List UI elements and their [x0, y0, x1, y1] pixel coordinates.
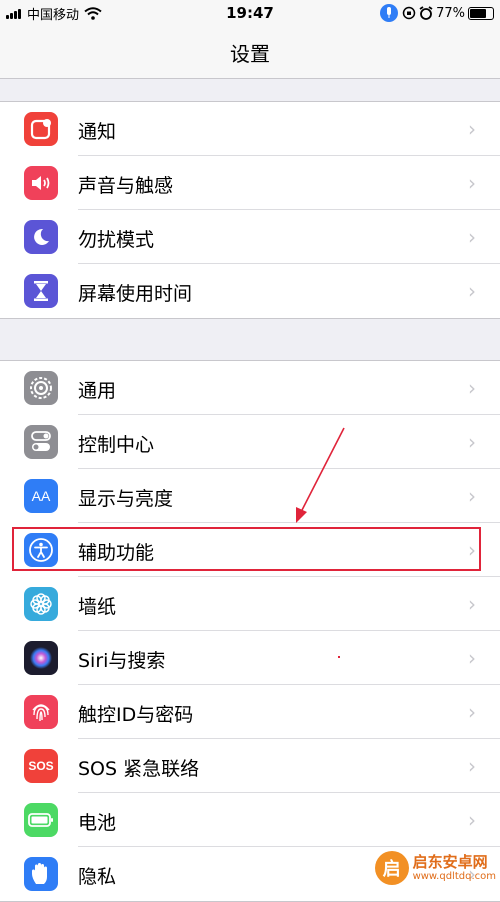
highlight-box: [12, 527, 481, 571]
settings-row-screen-time[interactable]: 屏幕使用时间 ›: [0, 264, 500, 318]
settings-row-sos[interactable]: SOS SOS 紧急联络 ›: [0, 739, 500, 793]
watermark-logo: 启: [374, 851, 409, 885]
row-label: 隐私: [78, 866, 117, 888]
row-label: 墙纸: [78, 596, 117, 618]
row-label: 控制中心: [78, 434, 155, 456]
touch-id-icon: [24, 695, 58, 729]
row-label: 通知: [78, 121, 117, 143]
sounds-icon: [24, 166, 58, 200]
settings-row-touch-id[interactable]: 触控ID与密码 ›: [0, 685, 500, 739]
row-label: 屏幕使用时间: [78, 283, 193, 305]
settings-row-general[interactable]: 通用 ›: [0, 361, 500, 415]
watermark-url: www.qdltdq.com: [412, 870, 496, 882]
row-label: 通用: [78, 380, 117, 402]
settings-row-sounds[interactable]: 声音与触感 ›: [0, 156, 500, 210]
row-label: 勿扰模式: [78, 229, 155, 251]
settings-row-wallpaper[interactable]: 墙纸 ›: [0, 577, 500, 631]
chevron-right-icon: ›: [468, 754, 476, 778]
chevron-right-icon: ›: [468, 646, 476, 670]
settings-group-2: 通用 › 控制中心 › AA 显示与亮度 › 辅助功能 › 墙纸 › Siri与…: [0, 360, 500, 902]
row-label: 声音与触感: [78, 175, 174, 197]
chevron-right-icon: ›: [468, 700, 476, 724]
chevron-right-icon: ›: [468, 430, 476, 454]
notifications-icon: [24, 112, 58, 146]
settings-row-battery[interactable]: 电池 ›: [0, 793, 500, 847]
settings-row-control-center[interactable]: 控制中心 ›: [0, 415, 500, 469]
alarm-icon: [419, 6, 433, 20]
row-label: SOS 紧急联络: [78, 758, 200, 780]
screen-time-icon: [24, 274, 58, 308]
battery-status-icon: [468, 6, 494, 20]
orientation-lock-icon: [402, 6, 416, 20]
chevron-right-icon: ›: [468, 171, 476, 195]
wallpaper-icon: [24, 587, 58, 621]
battery-percent: 77%: [436, 5, 465, 21]
battery-icon: [24, 803, 58, 837]
microphone-icon: [380, 4, 399, 22]
settings-row-display[interactable]: AA 显示与亮度 ›: [0, 469, 500, 523]
watermark-name: 启东安卓网: [412, 852, 488, 871]
settings-group-1: 通知 › 声音与触感 › 勿扰模式 › 屏幕使用时间 ›: [0, 101, 500, 319]
row-label: 电池: [78, 812, 117, 834]
control-center-icon: [24, 425, 58, 459]
chevron-right-icon: ›: [468, 225, 476, 249]
page-title: 设置: [230, 42, 270, 66]
privacy-icon: [24, 857, 58, 891]
chevron-right-icon: ›: [468, 592, 476, 616]
chevron-right-icon: ›: [468, 484, 476, 508]
siri-icon: [24, 641, 58, 675]
do-not-disturb-icon: [24, 220, 58, 254]
chevron-right-icon: ›: [468, 376, 476, 400]
chevron-right-icon: ›: [468, 117, 476, 141]
annotation-dot: [338, 656, 340, 658]
sos-icon: SOS: [24, 749, 58, 783]
status-right: 77%: [380, 4, 494, 22]
settings-row-do-not-disturb[interactable]: 勿扰模式 ›: [0, 210, 500, 264]
status-bar: 中国移动 19:47 77%: [0, 0, 500, 28]
gear-icon: [24, 371, 58, 405]
row-label: 触控ID与密码: [78, 704, 194, 726]
row-label: 显示与亮度: [78, 488, 174, 510]
navigation-bar: 设置: [0, 28, 500, 79]
chevron-right-icon: ›: [468, 808, 476, 832]
row-label: Siri与搜索: [78, 650, 166, 672]
settings-row-siri[interactable]: Siri与搜索 ›: [0, 631, 500, 685]
settings-row-notifications[interactable]: 通知 ›: [0, 102, 500, 156]
chevron-right-icon: ›: [468, 279, 476, 303]
display-icon: AA: [24, 479, 58, 513]
watermark: 启 启东安卓网 www.qdltdq.com: [374, 851, 496, 885]
